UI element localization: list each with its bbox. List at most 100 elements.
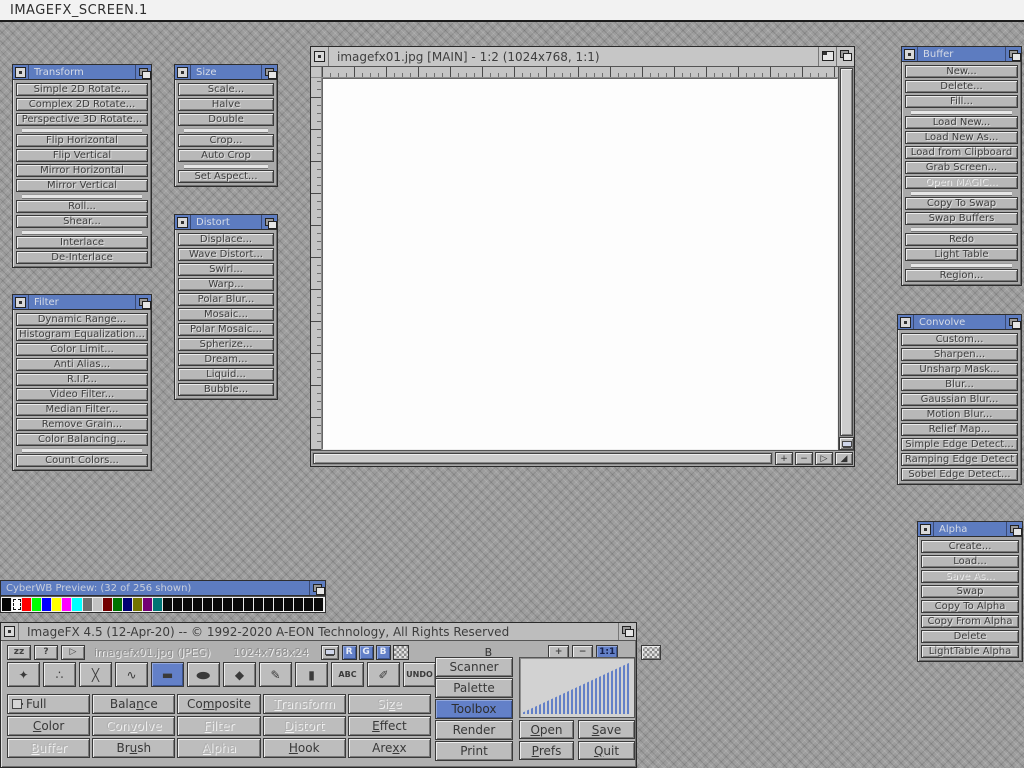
alpha-channel-button[interactable]: [393, 645, 409, 660]
green-channel-button[interactable]: G: [359, 645, 374, 660]
sleep-button[interactable]: zz: [7, 645, 31, 660]
palette-swatch[interactable]: [304, 598, 314, 611]
distort-button[interactable]: Distort: [263, 716, 346, 736]
color-button[interactable]: Color: [7, 716, 90, 736]
buffer-panel-titlebar[interactable]: Buffer: [902, 47, 1021, 62]
panel-button[interactable]: Halve: [178, 98, 274, 111]
palette-swatch[interactable]: [42, 598, 52, 611]
alpha-button[interactable]: Alpha: [177, 738, 260, 758]
panel-button[interactable]: Load...: [921, 555, 1019, 568]
panel-button[interactable]: Color Balancing...: [16, 433, 148, 446]
panel-button[interactable]: Load New As...: [905, 131, 1018, 144]
palette-swatch[interactable]: [2, 598, 12, 611]
polygon-tool-button[interactable]: ◆: [223, 662, 256, 687]
convolve-panel-titlebar[interactable]: Convolve: [898, 315, 1021, 330]
panel-button[interactable]: Simple Edge Detect...: [901, 438, 1018, 451]
close-icon[interactable]: [898, 315, 914, 329]
filter-button[interactable]: Filter: [177, 716, 260, 736]
quit-button[interactable]: Quit: [578, 741, 635, 760]
zoom-in-button[interactable]: +: [775, 452, 793, 465]
panel-button[interactable]: De-Interlace: [16, 251, 148, 264]
panel-button[interactable]: Copy From Alpha: [921, 615, 1019, 628]
balance-button[interactable]: Balance: [92, 694, 175, 714]
palette-swatch[interactable]: [52, 598, 62, 611]
alpha-panel-titlebar[interactable]: Alpha: [918, 522, 1022, 537]
panel-button[interactable]: Perspective 3D Rotate...: [16, 113, 148, 126]
full-button[interactable]: Full: [7, 694, 90, 714]
panel-button[interactable]: Copy To Swap: [905, 197, 1018, 210]
palette-swatch[interactable]: [72, 598, 82, 611]
zoom-gadget-icon[interactable]: [818, 47, 836, 66]
palette-swatch[interactable]: [173, 598, 183, 611]
palette-swatch[interactable]: [133, 598, 143, 611]
close-icon[interactable]: [1, 623, 19, 640]
panel-button[interactable]: Redo: [905, 233, 1018, 246]
palette-swatch[interactable]: [203, 598, 213, 611]
palette-swatch[interactable]: [183, 598, 193, 611]
depth-icon[interactable]: [836, 47, 854, 66]
palette-swatch[interactable]: [284, 598, 294, 611]
palette-swatch[interactable]: [233, 598, 243, 611]
palette-swatch[interactable]: [93, 598, 103, 611]
red-channel-button[interactable]: R: [342, 645, 357, 660]
line-tool-button[interactable]: ╳: [79, 662, 112, 687]
play-button[interactable]: ▷: [815, 452, 833, 465]
vertical-scrollbar-thumb[interactable]: [840, 68, 853, 436]
panel-button[interactable]: Dynamic Range...: [16, 313, 148, 326]
transform-button[interactable]: Transform: [263, 694, 346, 714]
panel-button[interactable]: Blur...: [901, 378, 1018, 391]
point-tool-button[interactable]: ✦: [7, 662, 40, 687]
toolbox-button[interactable]: Toolbox: [435, 699, 513, 719]
palette-swatch[interactable]: [294, 598, 304, 611]
panel-button[interactable]: Displace...: [178, 233, 274, 246]
depth-icon[interactable]: [618, 623, 636, 640]
panel-button[interactable]: Liquid...: [178, 368, 274, 381]
transform-panel-titlebar[interactable]: Transform: [13, 65, 151, 80]
render-button[interactable]: Render: [435, 720, 513, 740]
panel-button[interactable]: Wave Distort...: [178, 248, 274, 261]
toolbox-titlebar[interactable]: ImageFX 4.5 (12-Apr-20) -- © 1992-2020 A…: [1, 623, 636, 641]
panel-button[interactable]: Warp...: [178, 278, 274, 291]
panel-button[interactable]: Save As...: [921, 570, 1019, 583]
panel-button[interactable]: Copy To Alpha: [921, 600, 1019, 613]
image-canvas[interactable]: [322, 78, 838, 450]
depth-icon[interactable]: [261, 215, 277, 229]
panel-button[interactable]: Grab Screen...: [905, 161, 1018, 174]
undo-button[interactable]: UNDO: [403, 662, 436, 687]
palette-swatch[interactable]: [163, 598, 173, 611]
print-button[interactable]: Print: [435, 741, 513, 761]
panel-button[interactable]: Load New...: [905, 116, 1018, 129]
panel-button[interactable]: Delete...: [905, 80, 1018, 93]
screen-titlebar[interactable]: IMAGEFX_SCREEN.1: [0, 0, 1024, 22]
blue-channel-button[interactable]: B: [376, 645, 391, 660]
depth-icon[interactable]: [261, 65, 277, 79]
palette-swatch[interactable]: [254, 598, 264, 611]
panel-button[interactable]: Median Filter...: [16, 403, 148, 416]
save-button[interactable]: Save: [578, 720, 635, 739]
panel-button[interactable]: Polar Mosaic...: [178, 323, 274, 336]
pattern-button[interactable]: [641, 645, 661, 660]
palette-swatch[interactable]: [123, 598, 133, 611]
palette-swatch[interactable]: [193, 598, 203, 611]
panel-button[interactable]: Load from Clipboard: [905, 146, 1018, 159]
palette-swatch[interactable]: [103, 598, 113, 611]
close-icon[interactable]: [918, 522, 934, 536]
panel-button[interactable]: Video Filter...: [16, 388, 148, 401]
filter-panel-titlebar[interactable]: Filter: [13, 295, 151, 310]
panel-button[interactable]: Gaussian Blur...: [901, 393, 1018, 406]
size-button[interactable]: Size: [348, 694, 431, 714]
panel-button[interactable]: Complex 2D Rotate...: [16, 98, 148, 111]
distort-panel-titlebar[interactable]: Distort: [175, 215, 277, 230]
panel-button[interactable]: Flip Vertical: [16, 149, 148, 162]
panel-button[interactable]: Polar Blur...: [178, 293, 274, 306]
panel-button[interactable]: Flip Horizontal: [16, 134, 148, 147]
depth-icon[interactable]: [135, 65, 151, 79]
convolve-button[interactable]: Convolve: [92, 716, 175, 736]
ellipse-tool-button[interactable]: ●: [187, 662, 220, 687]
panel-button[interactable]: Scale...: [178, 83, 274, 96]
palette-swatch[interactable]: [113, 598, 123, 611]
zoom-out-button[interactable]: −: [795, 452, 813, 465]
panel-button[interactable]: Unsharp Mask...: [901, 363, 1018, 376]
panel-button[interactable]: Mirror Horizontal: [16, 164, 148, 177]
airbrush-tool-button[interactable]: ∴: [43, 662, 76, 687]
